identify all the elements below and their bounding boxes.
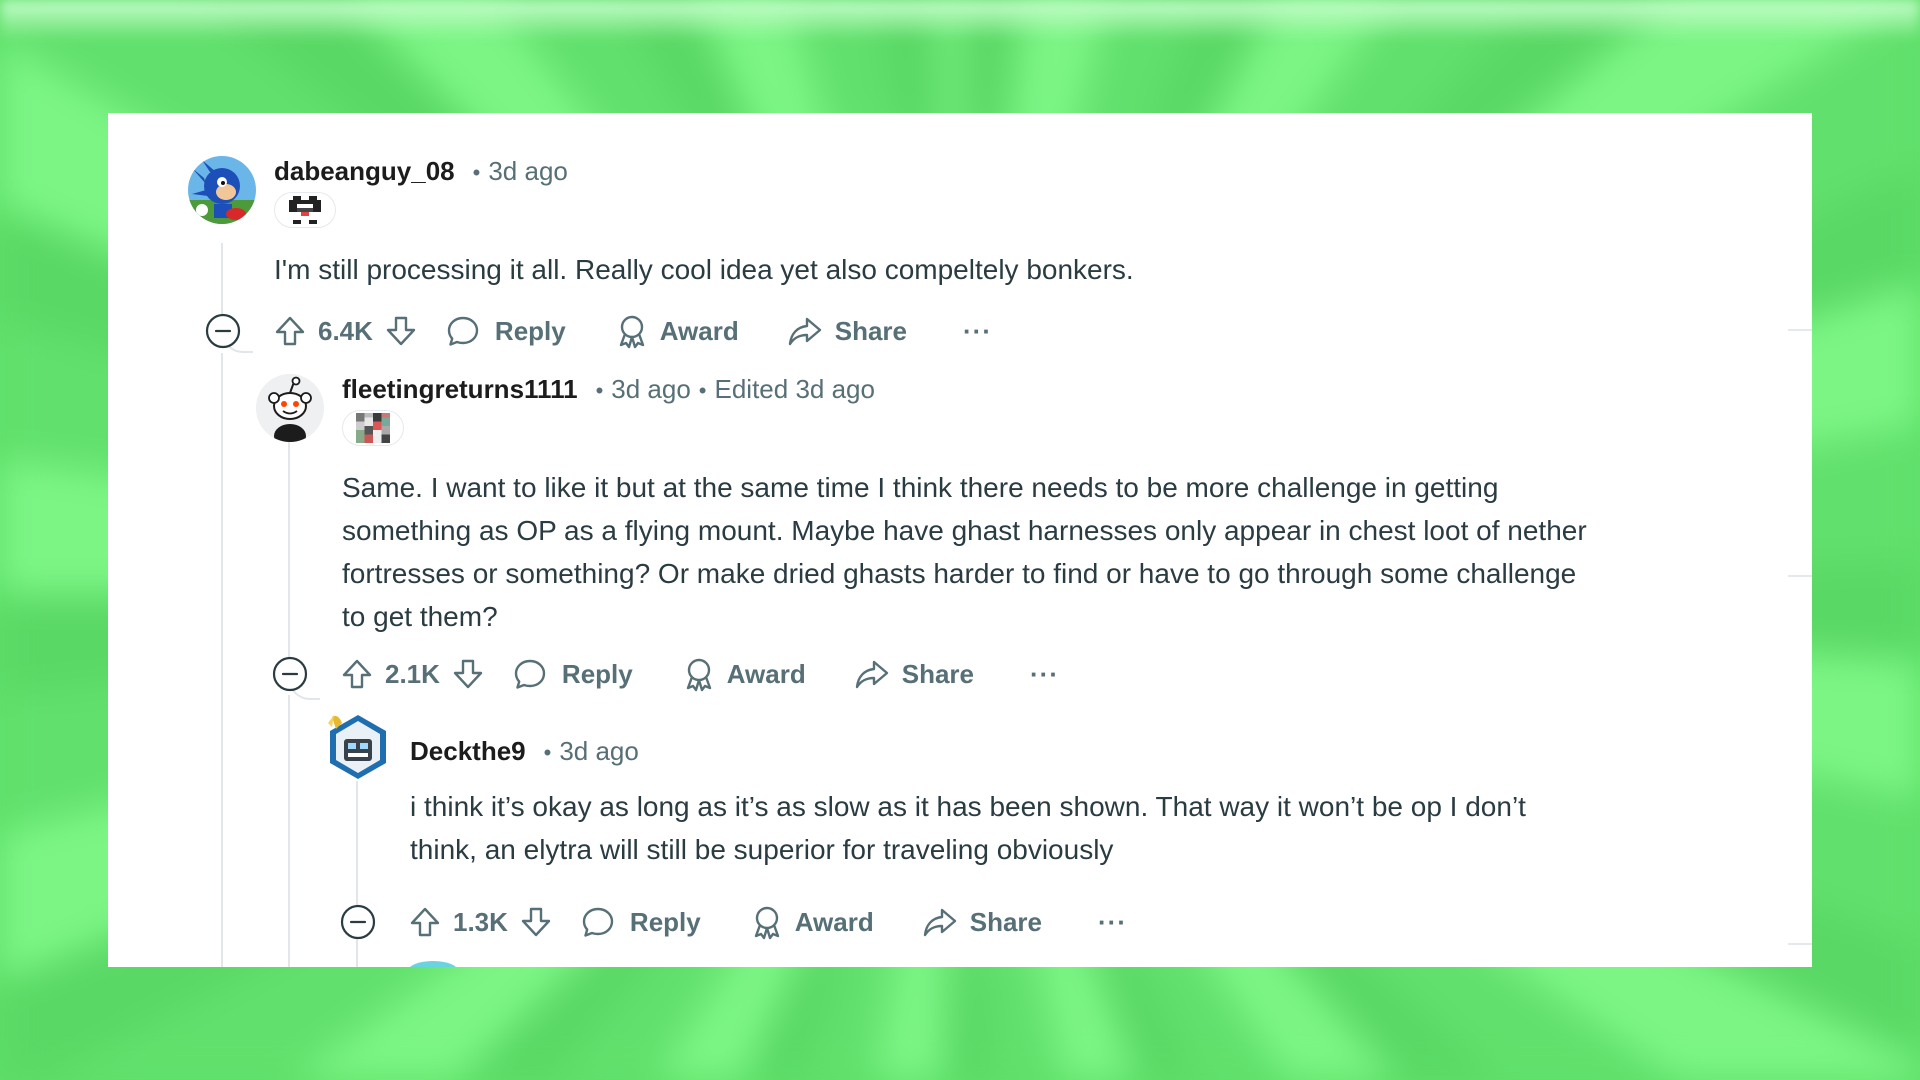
share-button[interactable]: Share <box>787 313 907 349</box>
downvote-icon[interactable] <box>383 313 419 349</box>
comment-actions: 2.1K Reply Award Share ··· <box>339 654 1059 694</box>
vote-count: 1.3K <box>453 906 508 937</box>
share-icon <box>788 317 821 346</box>
thread-line <box>288 695 290 967</box>
comment-time[interactable]: 3d ago <box>488 156 568 187</box>
username[interactable]: fleetingreturns1111 <box>342 374 578 405</box>
reply-button[interactable]: Reply <box>445 313 566 349</box>
edge-divider <box>1788 329 1812 331</box>
more-options-button[interactable]: ··· <box>1098 907 1127 938</box>
edge-divider <box>1788 575 1812 577</box>
comment-body-line: i think it’s okay as long as it’s as slo… <box>410 791 1526 822</box>
meta-separator: • <box>595 378 604 403</box>
thread-line <box>356 781 358 915</box>
background-glow <box>0 0 1920 40</box>
more-options-button[interactable]: ··· <box>1030 659 1059 690</box>
comment-bubble-icon <box>514 659 546 689</box>
comment-meta: Deckthe9 • 3d ago <box>410 736 639 767</box>
more-options-button[interactable]: ··· <box>963 316 992 347</box>
comment-body: I'm still processing it all. Really cool… <box>274 254 1134 285</box>
upvote-icon[interactable] <box>272 313 308 349</box>
comment-bubble-icon <box>582 907 614 937</box>
snoo-avatar-icon[interactable] <box>256 374 324 442</box>
share-icon <box>923 908 956 937</box>
share-button[interactable]: Share <box>854 656 974 692</box>
award-label: Award <box>659 315 739 346</box>
reply-button[interactable]: Reply <box>512 656 633 692</box>
vote-count: 6.4K <box>318 315 373 346</box>
comment-body-line: Same. I want to like it but at the same … <box>342 472 1499 503</box>
sonic-avatar-icon[interactable] <box>188 156 256 224</box>
comment-time[interactable]: 3d ago <box>559 736 639 767</box>
reply-label: Reply <box>561 658 633 689</box>
robot-avatar-icon[interactable] <box>324 713 392 781</box>
comment-bubble-icon <box>447 316 479 346</box>
collapse-thread-icon[interactable] <box>205 313 241 349</box>
reply-button[interactable]: Reply <box>580 904 701 940</box>
share-button[interactable]: Share <box>922 904 1042 940</box>
comment-body: i think it’s okay as long as it’s as slo… <box>410 785 1780 871</box>
username[interactable]: dabeanguy_08 <box>274 156 455 187</box>
award-icon <box>754 906 779 940</box>
comment-actions: 6.4K Reply Award Share ··· <box>272 311 992 351</box>
share-label: Share <box>969 906 1042 937</box>
pixel-creeper-icon <box>289 196 321 224</box>
vote-count: 2.1K <box>385 658 440 689</box>
share-icon <box>855 660 888 689</box>
meta-separator: • <box>543 740 552 765</box>
meta-separator: • <box>472 160 481 185</box>
edge-divider <box>1788 943 1812 945</box>
comment-meta: fleetingreturns1111 • 3d ago • Edited 3d… <box>342 374 875 405</box>
user-flair <box>342 410 404 446</box>
edited-label: Edited 3d ago <box>714 374 875 404</box>
user-flair <box>274 192 336 228</box>
comment-meta: dabeanguy_08 • 3d ago <box>274 156 568 187</box>
collapse-thread-icon[interactable] <box>340 904 376 940</box>
share-label: Share <box>834 315 907 346</box>
comment-body-line: to get them? <box>342 601 498 632</box>
thread-line <box>221 353 223 967</box>
thread-line <box>288 438 290 678</box>
award-label: Award <box>794 906 874 937</box>
award-icon <box>686 658 711 692</box>
award-button[interactable]: Award <box>614 313 739 349</box>
reply-label: Reply <box>494 315 566 346</box>
next-comment-avatar <box>408 961 458 967</box>
share-label: Share <box>901 658 974 689</box>
comment-body-line: think, an elytra will still be superior … <box>410 834 1114 865</box>
comment-body-line: fortresses or something? Or make dried g… <box>342 558 1577 589</box>
reply-label: Reply <box>629 906 701 937</box>
thread-line <box>356 939 358 967</box>
comment-body: Same. I want to like it but at the same … <box>342 466 1782 638</box>
award-button[interactable]: Award <box>749 904 874 940</box>
downvote-icon[interactable] <box>518 904 554 940</box>
comment-actions: 1.3K Reply Award Share ··· <box>407 902 1127 942</box>
award-icon <box>619 315 644 349</box>
upvote-icon[interactable] <box>339 656 375 692</box>
comment-body-line: something as OP as a flying mount. Maybe… <box>342 515 1587 546</box>
downvote-icon[interactable] <box>450 656 486 692</box>
pixel-flair-icon <box>356 413 390 443</box>
comment-time[interactable]: 3d ago <box>611 374 691 405</box>
comment-thread-card: dabeanguy_08 • 3d ago I'm still processi… <box>108 113 1812 967</box>
upvote-icon[interactable] <box>407 904 443 940</box>
meta-separator: • <box>698 378 707 403</box>
collapse-thread-icon[interactable] <box>272 656 308 692</box>
username[interactable]: Deckthe9 <box>410 736 526 767</box>
award-button[interactable]: Award <box>681 656 806 692</box>
award-label: Award <box>726 658 806 689</box>
